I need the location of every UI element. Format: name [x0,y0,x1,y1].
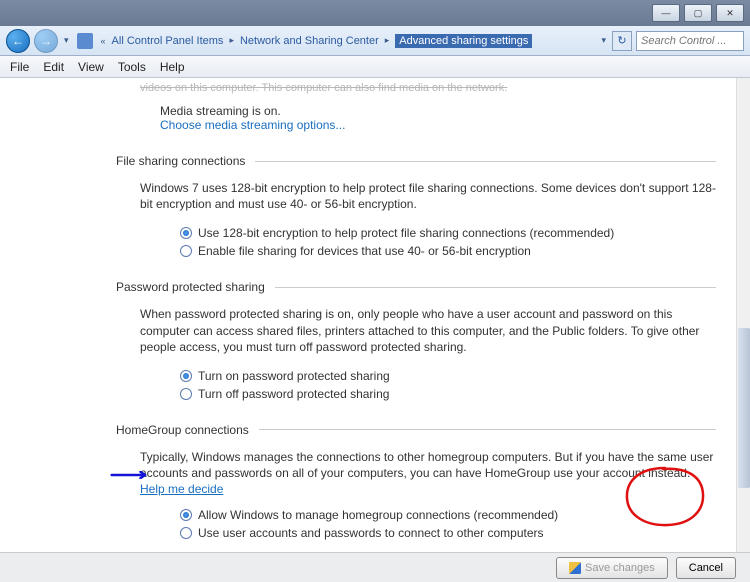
refresh-button[interactable]: ↻ [612,31,632,51]
menu-bar: File Edit View Tools Help [0,56,750,78]
history-dropdown[interactable]: ▾ [62,35,71,46]
close-button[interactable]: ✕ [716,4,744,22]
footer: Save changes Cancel [0,552,750,582]
menu-tools[interactable]: Tools [118,60,146,74]
media-status: Media streaming is on. [160,104,716,118]
password-desc: When password protected sharing is on, o… [140,306,716,355]
search-input[interactable] [636,31,744,51]
scrollbar-thumb[interactable] [738,328,750,488]
chevron-icon[interactable]: ▸ [383,35,392,46]
section-title-file-sharing: File sharing connections [116,154,245,168]
menu-file[interactable]: File [10,60,29,74]
section-title-homegroup: HomeGroup connections [116,423,249,437]
path-dropdown[interactable]: ▾ [599,35,608,46]
menu-view[interactable]: View [78,60,104,74]
content-pane: videos on this computer. This computer c… [0,78,750,552]
radio-homegroup-windows[interactable] [180,509,192,521]
chevron-icon[interactable]: « [99,36,108,46]
file-sharing-desc: Windows 7 uses 128-bit encryption to hel… [140,180,716,212]
radio-password-on[interactable] [180,370,192,382]
menu-help[interactable]: Help [160,60,185,74]
radio-128bit[interactable] [180,227,192,239]
menu-edit[interactable]: Edit [43,60,64,74]
maximize-button[interactable]: ▢ [684,4,712,22]
radio-password-off[interactable] [180,388,192,400]
minimize-button[interactable]: — [652,4,680,22]
divider [255,161,716,162]
radio-password-on-label: Turn on password protected sharing [198,369,390,383]
radio-40-56bit[interactable] [180,245,192,257]
chevron-icon[interactable]: ▸ [227,35,236,46]
radio-40-56bit-label: Enable file sharing for devices that use… [198,244,531,258]
shield-icon [569,562,581,574]
help-me-decide-link[interactable]: Help me decide [140,482,223,496]
section-title-password: Password protected sharing [116,280,265,294]
radio-password-off-label: Turn off password protected sharing [198,387,389,401]
divider [259,429,716,430]
control-panel-icon [77,33,93,49]
homegroup-desc: Typically, Windows manages the connectio… [140,449,716,498]
radio-homegroup-windows-label: Allow Windows to manage homegroup connec… [198,508,558,522]
breadcrumb-advanced-sharing[interactable]: Advanced sharing settings [395,34,532,48]
nav-bar: ← → ▾ « All Control Panel Items ▸ Networ… [0,26,750,56]
forward-button[interactable]: → [34,29,58,53]
window-titlebar: — ▢ ✕ [0,0,750,26]
scrollbar[interactable] [736,78,750,552]
breadcrumb-all-items[interactable]: All Control Panel Items [112,35,224,47]
clipped-text: videos on this computer. This computer c… [140,78,716,94]
cancel-button[interactable]: Cancel [676,557,736,579]
radio-homegroup-accounts-label: Use user accounts and passwords to conne… [198,526,544,540]
radio-homegroup-accounts[interactable] [180,527,192,539]
divider [275,287,716,288]
save-changes-button[interactable]: Save changes [556,557,668,579]
radio-128bit-label: Use 128-bit encryption to help protect f… [198,226,614,240]
media-options-link[interactable]: Choose media streaming options... [160,118,345,132]
back-button[interactable]: ← [6,29,30,53]
breadcrumb-network-center[interactable]: Network and Sharing Center [240,35,379,47]
